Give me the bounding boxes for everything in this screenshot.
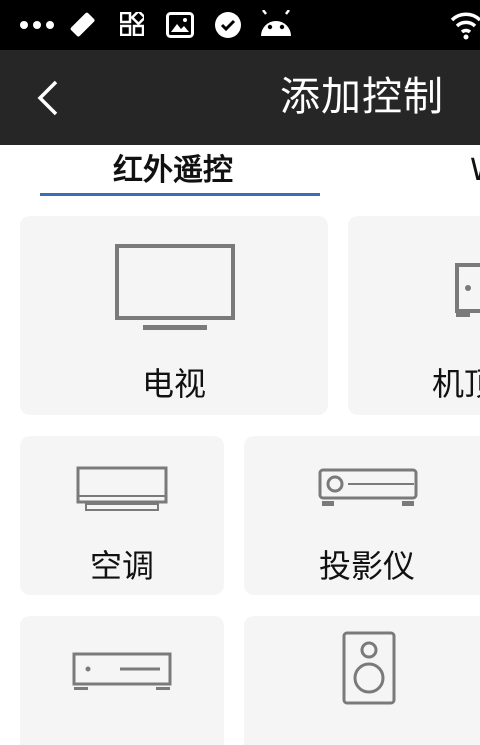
projector-icon	[318, 468, 418, 506]
tab-indicator	[40, 193, 320, 196]
device-label-set-top-box: 机顶	[432, 365, 480, 403]
screen-rotate-icon	[70, 12, 95, 37]
tab-wifi[interactable]: W	[470, 151, 480, 191]
device-card-set-top-box[interactable]: 机顶	[348, 216, 480, 415]
tab-bar: 红外遥控 W	[0, 145, 480, 201]
device-label-air-conditioner: 空调	[89, 547, 154, 585]
device-label-projector: 投影仪	[319, 547, 416, 585]
device-grid: 电视 机顶 空调 投影仪	[0, 201, 480, 745]
speaker-icon	[342, 631, 396, 705]
status-bar	[0, 0, 480, 50]
device-card-speaker[interactable]	[244, 616, 480, 745]
more-dots-icon	[20, 21, 54, 29]
apps-grid-icon	[120, 12, 144, 36]
back-arrow-icon[interactable]	[30, 78, 70, 118]
device-card-media-box[interactable]	[20, 616, 224, 745]
device-card-projector[interactable]: 投影仪	[244, 436, 480, 595]
tv-icon	[115, 244, 235, 330]
android-icon	[261, 10, 291, 36]
tab-infrared[interactable]: 红外遥控	[113, 151, 233, 191]
set-top-box-icon	[455, 263, 480, 317]
check-circle-icon	[215, 12, 241, 38]
media-box-icon	[72, 652, 172, 690]
wifi-icon	[450, 12, 480, 40]
device-label-tv: 电视	[141, 365, 206, 403]
page-title: 添加控制	[280, 74, 444, 120]
gallery-icon	[166, 12, 194, 38]
device-card-tv[interactable]: 电视	[20, 216, 328, 415]
app-bar: 添加控制	[0, 50, 480, 145]
air-conditioner-icon	[76, 466, 168, 511]
device-card-air-conditioner[interactable]: 空调	[20, 436, 224, 595]
